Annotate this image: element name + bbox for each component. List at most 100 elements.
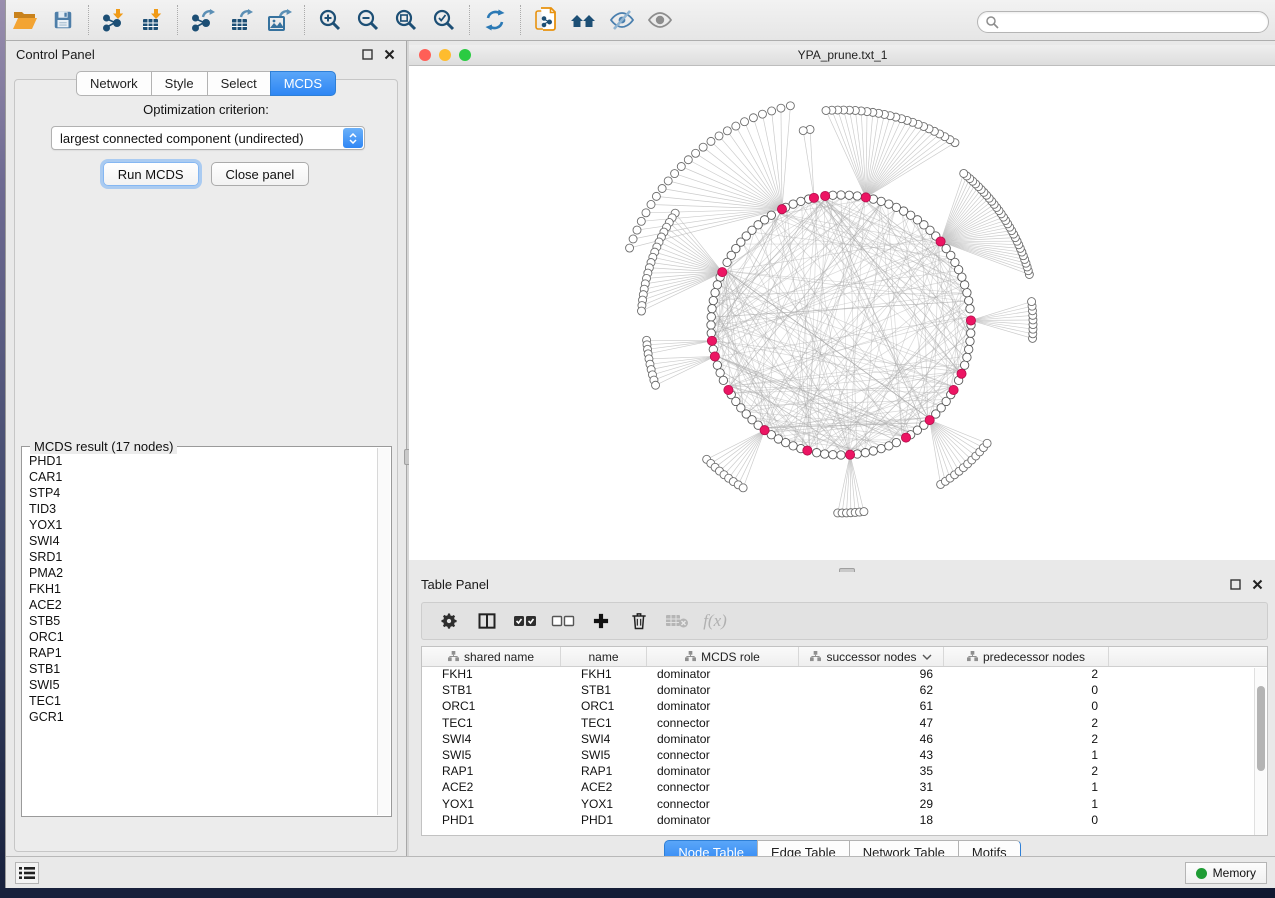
table-row[interactable]: ACE2ACE2connector311 [422, 780, 1267, 796]
table-row[interactable]: ORC1ORC1dominator610 [422, 699, 1267, 715]
mcds-result-item[interactable]: TEC1 [23, 693, 377, 709]
cell-successor-nodes[interactable]: 46 [799, 732, 944, 748]
cell-name[interactable]: TEC1 [561, 716, 647, 732]
cell-predecessor-nodes[interactable]: 1 [944, 780, 1109, 796]
tab-style[interactable]: Style [151, 71, 207, 96]
cell-shared-name[interactable]: SWI4 [422, 732, 561, 748]
cell-name[interactable]: RAP1 [561, 764, 647, 780]
first-neighbors-icon[interactable] [565, 3, 603, 37]
mcds-result-item[interactable]: STB1 [23, 661, 377, 677]
cell-shared-name[interactable]: RAP1 [422, 764, 561, 780]
cell-predecessor-nodes[interactable]: 2 [944, 764, 1109, 780]
export-table-icon[interactable] [222, 3, 260, 37]
cell-name[interactable]: SWI4 [561, 732, 647, 748]
delete-table-icon[interactable] [660, 606, 694, 636]
column-header-name[interactable]: name [561, 647, 647, 666]
open-file-icon[interactable] [6, 3, 44, 37]
table-row[interactable]: FKH1FKH1dominator962 [422, 667, 1267, 683]
cell-MCDS-role[interactable]: connector [647, 748, 799, 764]
column-header-MCDS-role[interactable]: MCDS role [647, 647, 799, 666]
cell-successor-nodes[interactable]: 35 [799, 764, 944, 780]
mcds-result-item[interactable]: GCR1 [23, 709, 377, 725]
network-canvas[interactable] [409, 66, 1275, 560]
cell-MCDS-role[interactable]: dominator [647, 699, 799, 715]
mcds-result-item[interactable]: RAP1 [23, 645, 377, 661]
cell-successor-nodes[interactable]: 96 [799, 667, 944, 683]
cell-predecessor-nodes[interactable]: 2 [944, 732, 1109, 748]
cell-shared-name[interactable]: STB1 [422, 683, 561, 699]
save-session-icon[interactable] [44, 3, 82, 37]
settings-icon[interactable] [432, 606, 466, 636]
mcds-result-item[interactable]: FKH1 [23, 581, 377, 597]
zoom-in-icon[interactable] [311, 3, 349, 37]
deselect-all-icon[interactable] [546, 606, 580, 636]
mcds-result-item[interactable]: SWI4 [23, 533, 377, 549]
network-titlebar[interactable]: YPA_prune.txt_1 [409, 45, 1275, 66]
mcds-result-item[interactable]: CAR1 [23, 469, 377, 485]
cell-predecessor-nodes[interactable]: 0 [944, 683, 1109, 699]
column-header-successor-nodes[interactable]: successor nodes [799, 647, 944, 666]
mcds-result-item[interactable]: YOX1 [23, 517, 377, 533]
mcds-result-item[interactable]: TID3 [23, 501, 377, 517]
column-header-predecessor-nodes[interactable]: predecessor nodes [944, 647, 1109, 666]
table-row[interactable]: SWI4SWI4dominator462 [422, 732, 1267, 748]
cell-MCDS-role[interactable]: dominator [647, 667, 799, 683]
cell-MCDS-role[interactable]: dominator [647, 813, 799, 829]
search-box[interactable] [977, 11, 1269, 33]
mcds-result-item[interactable]: STP4 [23, 485, 377, 501]
float-panel-icon[interactable] [1228, 577, 1242, 591]
mcds-result-list[interactable]: PHD1CAR1STP4TID3YOX1SWI4SRD1PMA2FKH1ACE2… [23, 453, 377, 813]
mcds-result-item[interactable]: SRD1 [23, 549, 377, 565]
cell-name[interactable]: PHD1 [561, 813, 647, 829]
hide-selected-icon[interactable] [603, 3, 641, 37]
table-row[interactable]: STB1STB1dominator620 [422, 683, 1267, 699]
search-input[interactable] [999, 13, 1268, 31]
float-panel-icon[interactable] [360, 47, 374, 61]
export-image-icon[interactable] [260, 3, 298, 37]
mcds-result-item[interactable]: PMA2 [23, 565, 377, 581]
table-scrollbar[interactable] [1254, 668, 1266, 835]
table-row[interactable]: SWI5SWI5connector431 [422, 748, 1267, 764]
cell-shared-name[interactable]: FKH1 [422, 667, 561, 683]
cell-shared-name[interactable]: SWI5 [422, 748, 561, 764]
cell-name[interactable]: YOX1 [561, 797, 647, 813]
scrollbar-thumb[interactable] [1257, 686, 1265, 771]
task-history-button[interactable] [15, 862, 39, 884]
show-all-icon[interactable] [641, 3, 679, 37]
cell-predecessor-nodes[interactable]: 2 [944, 667, 1109, 683]
delete-column-icon[interactable] [622, 606, 656, 636]
table-row[interactable]: PHD1PHD1dominator180 [422, 813, 1267, 829]
cell-successor-nodes[interactable]: 47 [799, 716, 944, 732]
optimization-criterion-select[interactable]: largest connected component (undirected) [51, 126, 365, 150]
cell-MCDS-role[interactable]: dominator [647, 683, 799, 699]
table-row[interactable]: TEC1TEC1connector472 [422, 716, 1267, 732]
cell-MCDS-role[interactable]: connector [647, 797, 799, 813]
memory-button[interactable]: Memory [1185, 862, 1267, 884]
column-header-shared-name[interactable]: shared name [422, 647, 561, 666]
close-panel-button[interactable]: Close panel [211, 162, 310, 186]
cell-successor-nodes[interactable]: 29 [799, 797, 944, 813]
table-row[interactable]: YOX1YOX1connector291 [422, 797, 1267, 813]
mcds-result-item[interactable]: ACE2 [23, 597, 377, 613]
cell-name[interactable]: ORC1 [561, 699, 647, 715]
cell-name[interactable]: SWI5 [561, 748, 647, 764]
add-column-icon[interactable] [584, 606, 618, 636]
zoom-fit-icon[interactable] [387, 3, 425, 37]
close-panel-icon[interactable] [382, 47, 396, 61]
cell-name[interactable]: FKH1 [561, 667, 647, 683]
table-row[interactable]: RAP1RAP1dominator352 [422, 764, 1267, 780]
cell-shared-name[interactable]: ACE2 [422, 780, 561, 796]
tab-network[interactable]: Network [76, 71, 151, 96]
cell-shared-name[interactable]: PHD1 [422, 813, 561, 829]
import-network-icon[interactable] [95, 3, 133, 37]
import-table-icon[interactable] [133, 3, 171, 37]
cell-shared-name[interactable]: YOX1 [422, 797, 561, 813]
cell-successor-nodes[interactable]: 62 [799, 683, 944, 699]
cell-successor-nodes[interactable]: 61 [799, 699, 944, 715]
close-panel-icon[interactable] [1250, 577, 1264, 591]
toggle-panes-icon[interactable] [470, 606, 504, 636]
mcds-result-item[interactable]: STB5 [23, 613, 377, 629]
run-mcds-button[interactable]: Run MCDS [103, 162, 199, 186]
cell-name[interactable]: STB1 [561, 683, 647, 699]
tab-select[interactable]: Select [207, 71, 270, 96]
